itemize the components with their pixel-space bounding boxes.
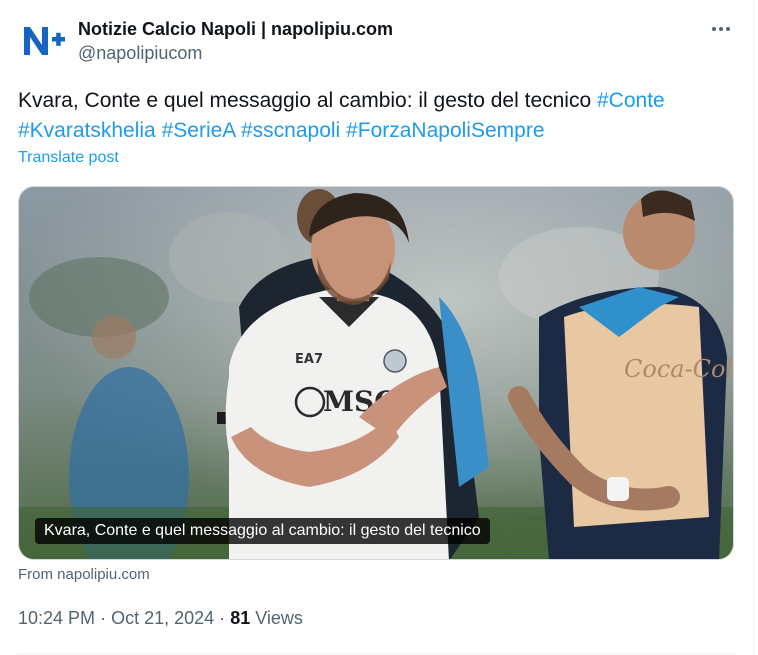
views-count: 81	[230, 608, 251, 628]
more-options-icon[interactable]	[706, 18, 736, 40]
hashtag-link[interactable]: #Kvaratskhelia	[18, 119, 156, 142]
author-display-name[interactable]: Notizie Calcio Napoli | napolipiu.com	[78, 18, 393, 40]
translate-post-link[interactable]: Translate post	[18, 149, 119, 167]
link-source[interactable]: From napolipiu.com	[18, 566, 150, 583]
hashtag-link[interactable]: #ForzaNapoliSempre	[346, 119, 544, 142]
hashtag-link[interactable]: #sscnapoli	[241, 119, 340, 142]
football-photo: Coca-Cola EA7 MSC	[19, 187, 734, 559]
post-meta: 10:24 PM · Oct 21, 2024 · 81 Views	[18, 608, 303, 629]
hashtag-link[interactable]: #Conte	[597, 89, 665, 112]
link-card-image[interactable]: Coca-Cola EA7 MSC Kvara, Conte e quel me…	[18, 186, 734, 560]
napolipiu-logo-icon	[24, 27, 65, 55]
post-text: Kvara, Conte e quel messaggio al cambio:…	[18, 86, 728, 146]
meta-separator: ·	[219, 608, 226, 628]
meta-separator: ·	[100, 608, 107, 628]
post-body: Kvara, Conte e quel messaggio al cambio:…	[18, 89, 592, 112]
views-label: Views	[255, 608, 303, 628]
author-handle[interactable]: @napolipiucom	[78, 40, 393, 66]
avatar[interactable]	[22, 24, 66, 58]
column-border	[753, 0, 754, 655]
post-header: Notizie Calcio Napoli | napolipiu.com @n…	[18, 14, 736, 66]
jersey-brand-text: EA7	[295, 352, 323, 367]
bib-brand-text: Coca-Cola	[624, 355, 734, 383]
divider	[18, 653, 736, 654]
post-time[interactable]: 10:24 PM	[18, 608, 95, 628]
media-caption: Kvara, Conte e quel messaggio al cambio:…	[35, 518, 490, 544]
hashtag-link[interactable]: #SerieA	[162, 119, 236, 142]
post-date[interactable]: Oct 21, 2024	[111, 608, 214, 628]
